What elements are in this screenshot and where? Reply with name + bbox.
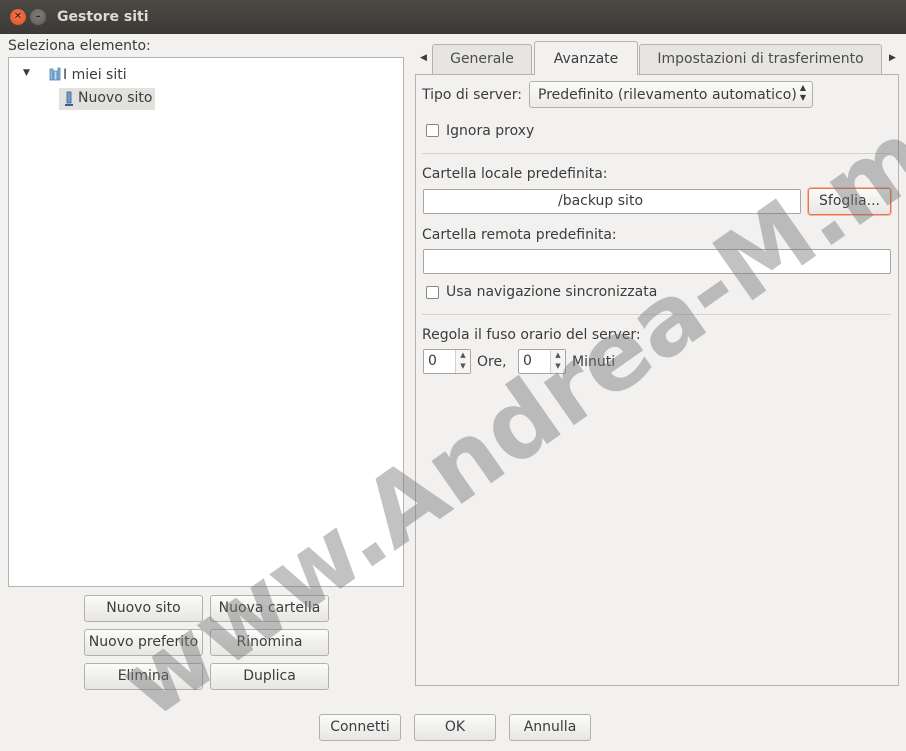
server-type-select[interactable]: Predefinito (rilevamento automatico) ▲ ▼ [529, 81, 813, 108]
connect-button[interactable]: Connetti [319, 714, 401, 741]
title-bar: ✕ – Gestore siti [0, 0, 906, 34]
separator [422, 314, 891, 315]
hours-spinner[interactable]: 0 ▲ ▼ [423, 349, 471, 374]
site-icon [65, 91, 73, 106]
local-folder-label: Cartella locale predefinita: [422, 166, 608, 182]
tree-child-label: Nuovo sito [78, 90, 153, 106]
tab-transfer-settings[interactable]: Impostazioni di trasferimento [639, 44, 882, 74]
hours-label: Ore, [477, 354, 507, 370]
new-site-button[interactable]: Nuovo sito [84, 595, 203, 622]
server-type-label: Tipo di server: [422, 87, 522, 103]
tab-advanced[interactable]: Avanzate [534, 41, 638, 75]
browse-button[interactable]: Sfoglia... [808, 188, 891, 215]
hours-value: 0 [428, 353, 437, 369]
minimize-icon[interactable]: – [30, 9, 46, 25]
remote-folder-label: Cartella remota predefinita: [422, 227, 617, 243]
tree-item-new-site[interactable]: Nuovo sito [59, 88, 155, 110]
tree-root-label[interactable]: I miei siti [63, 67, 127, 83]
expand-arrow-icon[interactable]: ▼ [23, 68, 30, 78]
ignore-proxy-checkbox[interactable] [426, 124, 439, 137]
sync-navigation-label: Usa navigazione sincronizzata [446, 284, 658, 300]
ignore-proxy-label: Ignora proxy [446, 123, 535, 139]
new-folder-button[interactable]: Nuova cartella [210, 595, 329, 622]
cancel-button[interactable]: Annulla [509, 714, 591, 741]
spin-arrows-icon[interactable]: ▲ ▼ [455, 350, 470, 373]
spin-arrows-icon[interactable]: ▲ ▼ [550, 350, 565, 373]
rename-button[interactable]: Rinomina [210, 629, 329, 656]
minutes-value: 0 [523, 353, 532, 369]
updown-arrow-icon: ▲ ▼ [799, 83, 806, 102]
delete-button[interactable]: Elimina [84, 663, 203, 690]
window-title: Gestore siti [57, 9, 149, 25]
sites-folder-icon [49, 67, 61, 81]
sync-navigation-checkbox[interactable] [426, 286, 439, 299]
close-icon[interactable]: ✕ [10, 9, 26, 25]
minutes-label: Minuti [572, 354, 616, 370]
local-folder-input[interactable]: /backup sito [423, 189, 801, 214]
duplicate-button[interactable]: Duplica [210, 663, 329, 690]
server-type-value: Predefinito (rilevamento automatico) [538, 87, 797, 103]
timezone-label: Regola il fuso orario del server: [422, 327, 641, 343]
ok-button[interactable]: OK [414, 714, 496, 741]
local-folder-value: /backup sito [558, 193, 644, 209]
new-bookmark-button[interactable]: Nuovo preferito [84, 629, 203, 656]
select-element-label: Seleziona elemento: [8, 38, 151, 54]
tab-scroll-left-icon[interactable]: ◀ [420, 53, 427, 63]
remote-folder-input[interactable] [423, 249, 891, 274]
tab-general[interactable]: Generale [432, 44, 532, 74]
tab-scroll-right-icon[interactable]: ▶ [889, 53, 896, 63]
minutes-spinner[interactable]: 0 ▲ ▼ [518, 349, 566, 374]
site-tree[interactable]: ▼ I miei siti Nuovo sito [8, 57, 404, 587]
separator [422, 153, 891, 154]
